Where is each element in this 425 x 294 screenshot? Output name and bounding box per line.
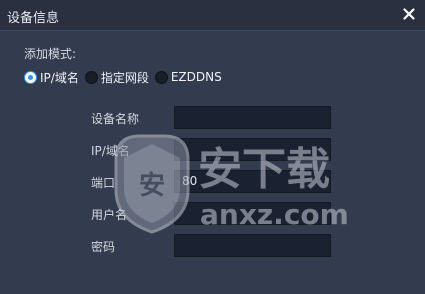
radio-label: 指定网段 <box>100 70 149 85</box>
password-field[interactable] <box>174 234 331 257</box>
ip-domain-field[interactable] <box>174 138 331 161</box>
port-label: 端口 <box>91 176 116 190</box>
watermark-shield-char: 安 <box>139 171 165 201</box>
add-mode-label: 添加模式: <box>24 47 77 61</box>
radio-label: IP/域名 <box>40 70 79 85</box>
radio-ip-domain[interactable]: IP/域名 <box>24 69 79 86</box>
password-label: 密码 <box>91 240 116 254</box>
radio-ip-segment[interactable]: 指定网段 <box>84 69 149 86</box>
device-name-label: 设备名称 <box>91 112 140 126</box>
radio-ezddns[interactable]: EZDDNS <box>154 70 222 84</box>
device-info-dialog: 设备信息 添加模式: IP/域名 指定网段 EZDDNS 设备名称 IP/域名 … <box>0 0 425 294</box>
radio-label: EZDDNS <box>170 70 222 84</box>
add-mode-radio-group: IP/域名 指定网段 EZDDNS <box>24 68 228 86</box>
device-name-field[interactable] <box>174 106 331 129</box>
radio-dot <box>84 70 98 84</box>
titlebar: 设备信息 <box>0 0 425 31</box>
username-field[interactable] <box>174 202 331 225</box>
close-icon[interactable] <box>401 6 417 22</box>
ip-domain-label: IP/域名 <box>91 144 130 158</box>
radio-dot <box>154 70 168 84</box>
radio-dot <box>24 70 37 84</box>
port-field[interactable]: 80 <box>174 170 331 193</box>
username-label: 用户名 <box>91 208 128 222</box>
dialog-title: 设备信息 <box>7 11 60 26</box>
